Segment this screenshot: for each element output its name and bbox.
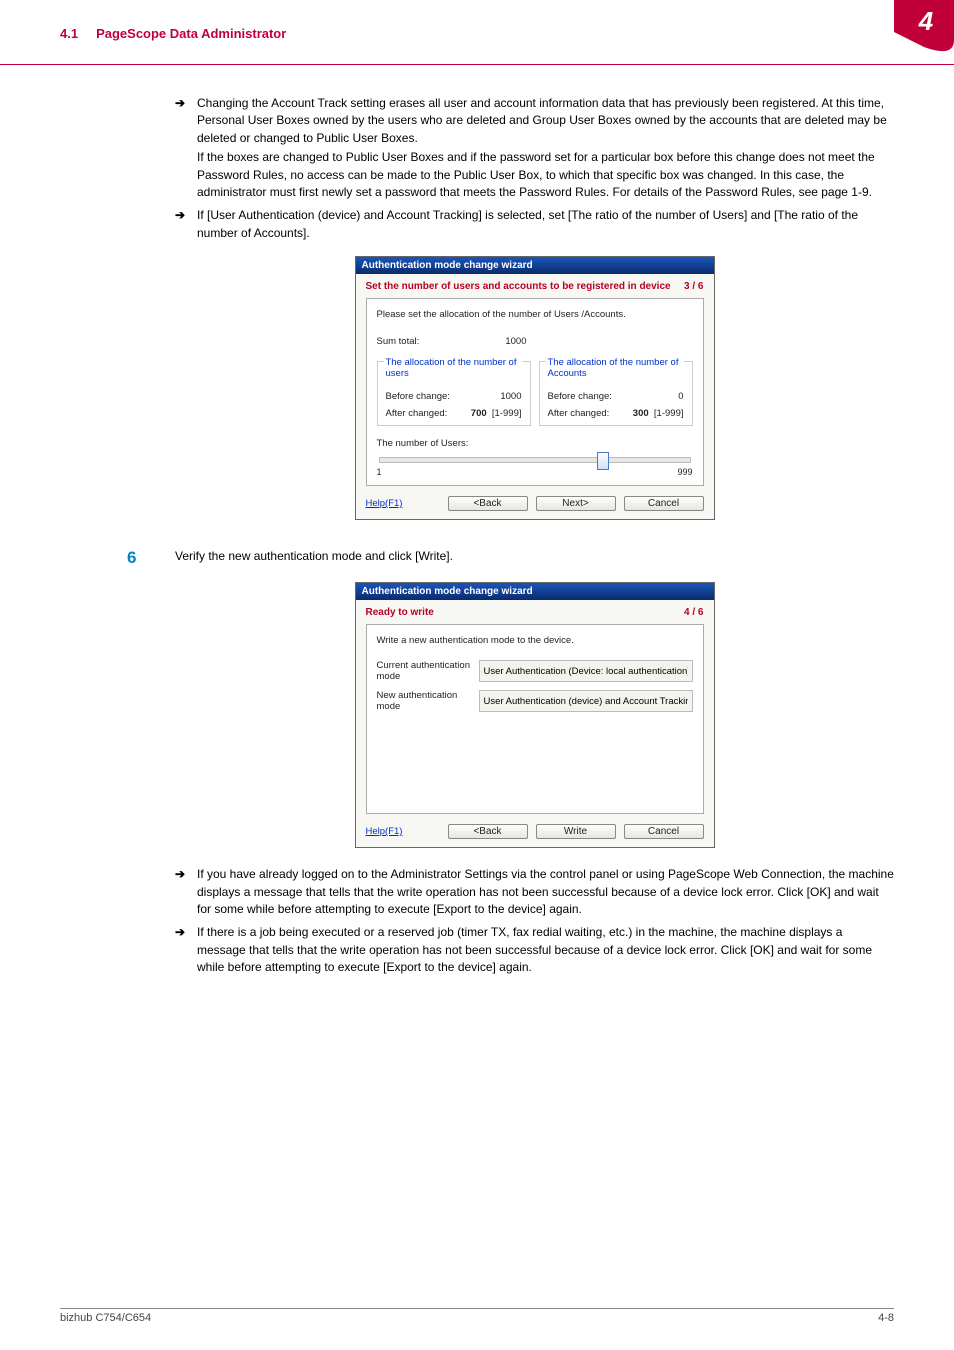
dialog-prompt: Write a new authentication mode to the d… <box>377 635 693 646</box>
users-after-value: 700 <box>471 408 487 419</box>
page-header: 4.1 PageScope Data Administrator 4 <box>60 0 894 60</box>
back-button[interactable]: <Back <box>448 496 528 511</box>
slider-min: 1 <box>377 467 382 477</box>
accounts-after-value: 300 <box>633 408 649 419</box>
dialog-page-indicator: 4 / 6 <box>684 607 703 618</box>
users-slider[interactable] <box>379 457 691 463</box>
current-mode-field <box>479 660 693 682</box>
sum-total-label: Sum total: <box>377 336 420 347</box>
current-mode-label: Current authentication mode <box>377 660 479 682</box>
slider-thumb[interactable] <box>597 452 609 470</box>
note-text: If [User Authentication (device) and Acc… <box>197 208 858 239</box>
header-rule <box>0 64 954 65</box>
dialog-titlebar: Authentication mode change wizard <box>356 583 714 600</box>
users-allocation-group: The allocation of the number of users Be… <box>377 361 531 426</box>
arrow-icon: ➔ <box>175 95 185 112</box>
note-continuation: If the boxes are changed to Public User … <box>197 149 894 201</box>
note-item: ➔ If you have already logged on to the A… <box>175 866 894 918</box>
step-number: 6 <box>127 548 175 568</box>
arrow-icon: ➔ <box>175 207 185 224</box>
after-label: After changed: <box>386 408 448 419</box>
section-number: 4.1 <box>60 26 78 41</box>
back-button[interactable]: <Back <box>448 824 528 839</box>
accounts-range: [1-999] <box>654 408 684 419</box>
note-text: If there is a job being executed or a re… <box>197 925 872 974</box>
users-before-value: 1000 <box>500 391 521 402</box>
note-item: ➔ If there is a job being executed or a … <box>175 924 894 976</box>
section-title: PageScope Data Administrator <box>96 26 286 41</box>
slider-label: The number of Users: <box>377 438 693 449</box>
slider-max: 999 <box>677 467 692 477</box>
accounts-before-value: 0 <box>678 391 683 402</box>
wizard-dialog-step3: Authentication mode change wizard Set th… <box>355 256 715 520</box>
dialog-page-indicator: 3 / 6 <box>684 281 703 292</box>
footer-page-number: 4-8 <box>878 1312 894 1324</box>
wizard-dialog-step4: Authentication mode change wizard Ready … <box>355 582 715 848</box>
new-mode-field <box>479 690 693 712</box>
dialog-titlebar: Authentication mode change wizard <box>356 257 714 274</box>
footer-product: bizhub C754/C654 <box>60 1312 151 1324</box>
dialog-heading: Ready to write <box>366 607 434 618</box>
chapter-tab: 4 <box>854 26 894 60</box>
help-link[interactable]: Help(F1) <box>366 826 403 837</box>
note-text: If you have already logged on to the Adm… <box>197 867 894 916</box>
note-item: ➔ If [User Authentication (device) and A… <box>175 207 894 242</box>
step-text: Verify the new authentication mode and c… <box>175 548 894 565</box>
note-item: ➔ Changing the Account Track setting era… <box>175 95 894 201</box>
content-area: ➔ Changing the Account Track setting era… <box>175 95 894 976</box>
accounts-allocation-group: The allocation of the number of Accounts… <box>539 361 693 426</box>
group-title-users: The allocation of the number of users <box>384 357 522 379</box>
before-label: Before change: <box>548 391 612 402</box>
next-button[interactable]: Next> <box>536 496 616 511</box>
help-link[interactable]: Help(F1) <box>366 498 403 509</box>
note-text: Changing the Account Track setting erase… <box>197 96 887 145</box>
before-label: Before change: <box>386 391 450 402</box>
dialog-prompt: Please set the allocation of the number … <box>377 309 693 320</box>
write-button[interactable]: Write <box>536 824 616 839</box>
arrow-icon: ➔ <box>175 924 185 941</box>
new-mode-label: New authentication mode <box>377 690 479 712</box>
svg-text:4: 4 <box>918 6 934 36</box>
sum-total-value: 1000 <box>505 336 526 347</box>
cancel-button[interactable]: Cancel <box>624 824 704 839</box>
group-title-accounts: The allocation of the number of Accounts <box>546 357 684 379</box>
dialog-heading: Set the number of users and accounts to … <box>366 281 671 292</box>
page-footer: bizhub C754/C654 4-8 <box>60 1312 894 1324</box>
users-range: [1-999] <box>492 408 522 419</box>
after-label: After changed: <box>548 408 610 419</box>
arrow-icon: ➔ <box>175 866 185 883</box>
step-6: 6 Verify the new authentication mode and… <box>127 548 894 568</box>
cancel-button[interactable]: Cancel <box>624 496 704 511</box>
